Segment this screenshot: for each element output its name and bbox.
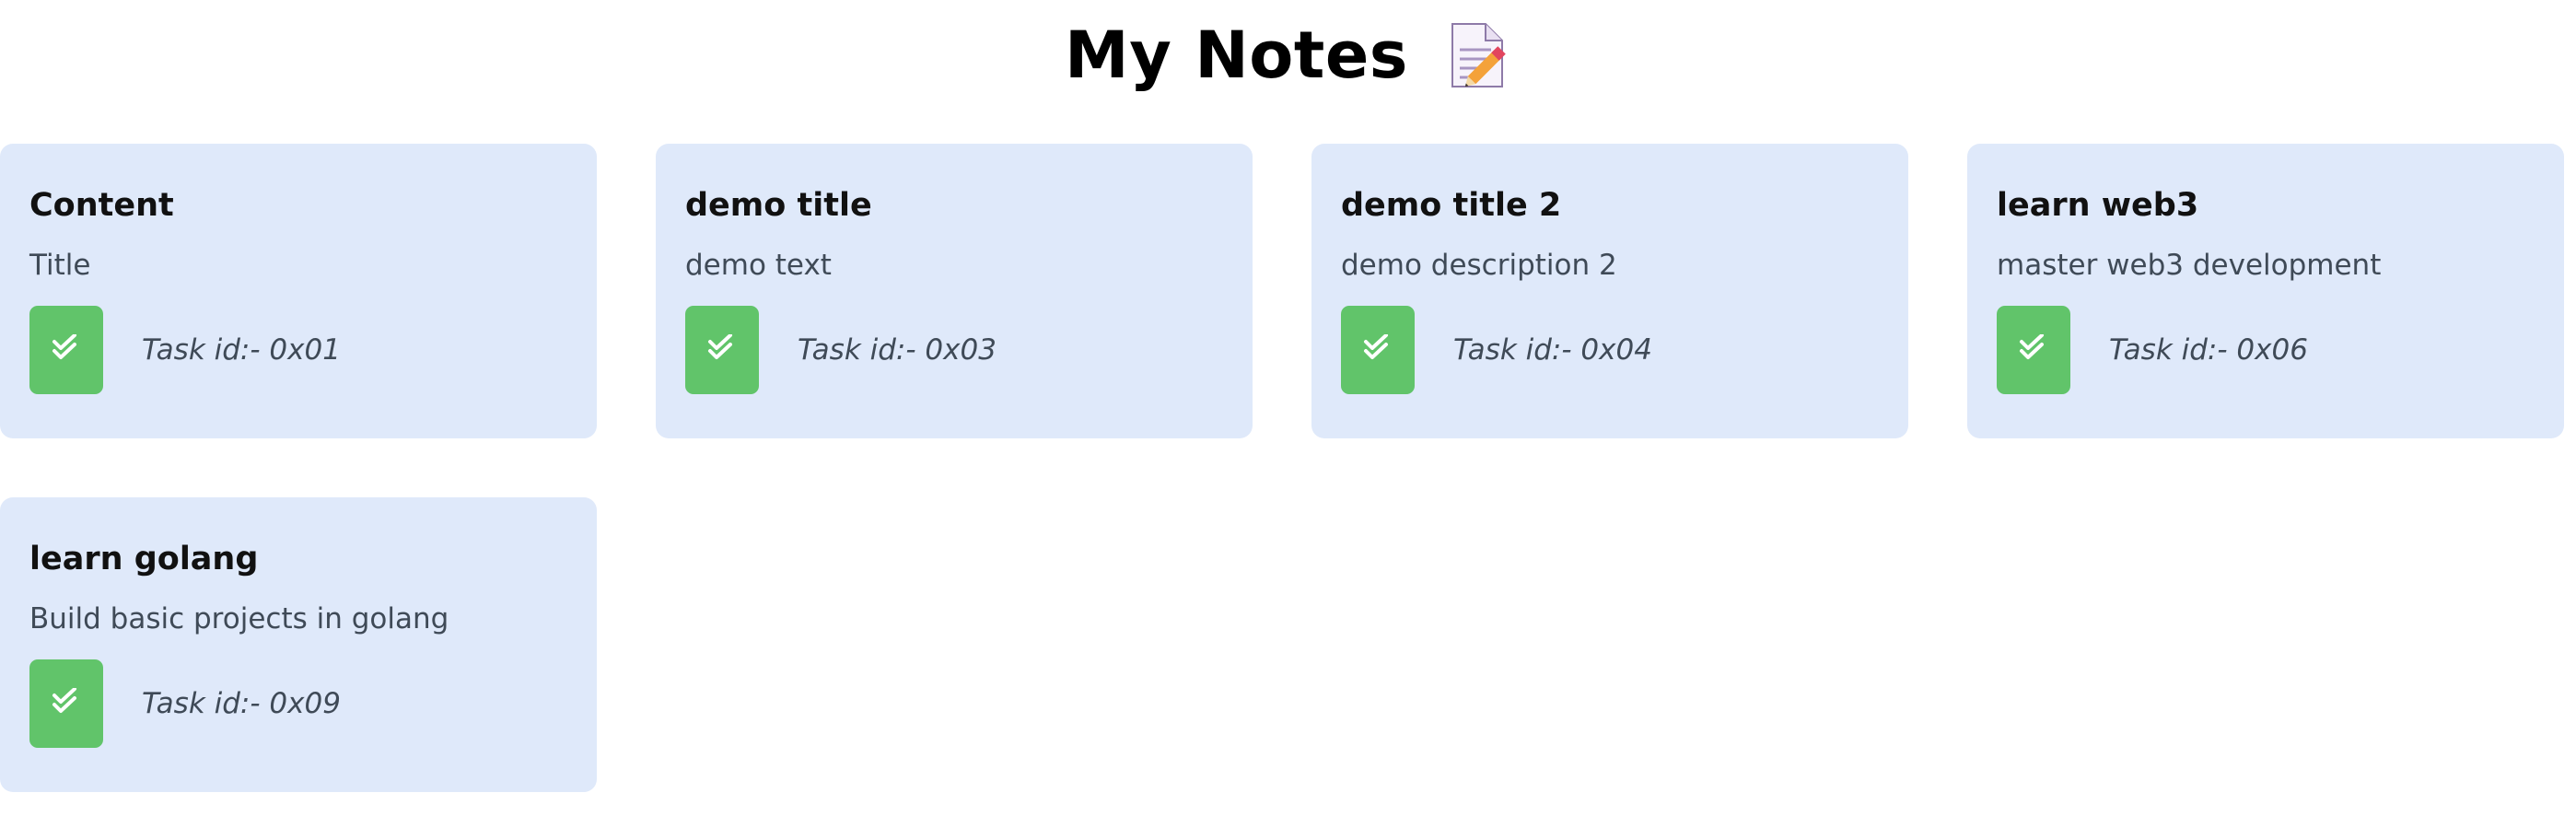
- note-title: learn golang: [29, 541, 259, 577]
- note-footer: Task id:- 0x06: [1982, 306, 2308, 394]
- note-card: demo title demo text Task id:- 0x03: [656, 144, 1253, 438]
- task-id: Task id:- 0x03: [798, 333, 997, 367]
- double-check-icon: [2018, 333, 2049, 366]
- note-title: learn web3: [1997, 187, 2199, 224]
- task-id: Task id:- 0x01: [142, 333, 341, 367]
- note-card: learn web3 master web3 development Task …: [1967, 144, 2564, 438]
- note-description: demo description 2: [1341, 249, 1617, 282]
- mark-done-button[interactable]: [29, 306, 103, 394]
- notes-grid: Content Title Task id:- 0x01 demo title …: [0, 144, 2576, 792]
- note-description: demo text: [685, 249, 832, 282]
- double-check-icon: [706, 333, 738, 366]
- note-card: demo title 2 demo description 2 Task id:…: [1311, 144, 1908, 438]
- note-footer: Task id:- 0x09: [15, 659, 341, 748]
- task-id: Task id:- 0x09: [142, 687, 341, 720]
- note-title: demo title: [685, 187, 872, 224]
- double-check-icon: [1362, 333, 1393, 366]
- note-title: Content: [29, 187, 174, 224]
- note-description: Build basic projects in golang: [29, 602, 449, 635]
- task-id: Task id:- 0x04: [1453, 333, 1652, 367]
- mark-done-button[interactable]: [1341, 306, 1415, 394]
- mark-done-button[interactable]: [29, 659, 103, 748]
- page-title: My Notes: [1065, 17, 1408, 93]
- memo-icon: [1445, 18, 1511, 92]
- mark-done-button[interactable]: [685, 306, 759, 394]
- page-header: My Notes: [0, 9, 2576, 101]
- note-card: learn golang Build basic projects in gol…: [0, 497, 597, 792]
- double-check-icon: [51, 687, 82, 719]
- double-check-icon: [51, 333, 82, 366]
- task-id: Task id:- 0x06: [2109, 333, 2308, 367]
- note-title: demo title 2: [1341, 187, 1562, 224]
- note-description: Title: [29, 249, 91, 282]
- note-description: master web3 development: [1997, 249, 2382, 282]
- note-card: Content Title Task id:- 0x01: [0, 144, 597, 438]
- note-footer: Task id:- 0x03: [670, 306, 997, 394]
- mark-done-button[interactable]: [1997, 306, 2070, 394]
- notes-page: My Notes Content Title Task id:- 0x01 de…: [0, 0, 2576, 816]
- note-footer: Task id:- 0x04: [1326, 306, 1652, 394]
- note-footer: Task id:- 0x01: [15, 306, 341, 394]
